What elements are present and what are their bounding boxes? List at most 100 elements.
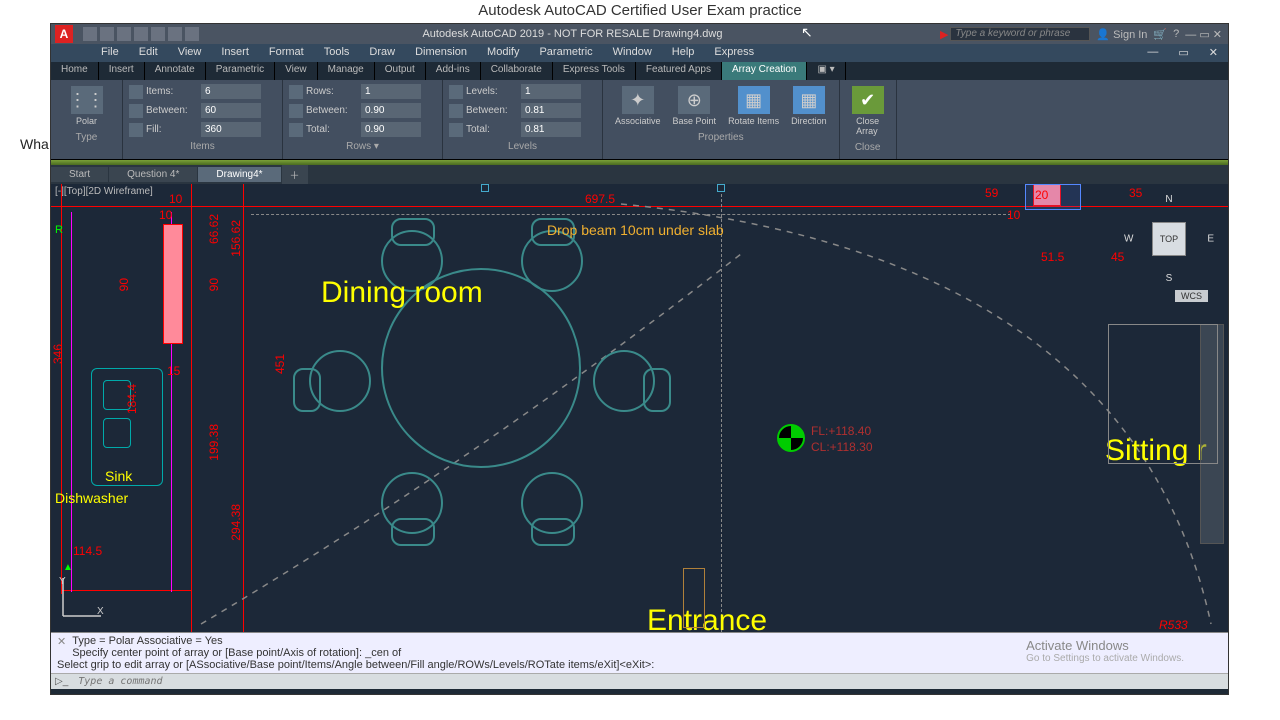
menu-parametric[interactable]: Parametric [529, 44, 602, 62]
tab-manage[interactable]: Manage [318, 62, 375, 80]
between-input[interactable] [201, 103, 261, 118]
qat-undo-icon[interactable] [168, 27, 182, 41]
array-grip[interactable] [717, 184, 725, 192]
panel-items: Items: Between: Fill: Items [123, 80, 283, 159]
rows-between-input[interactable] [361, 103, 421, 118]
array-grip[interactable] [481, 184, 489, 192]
items-input[interactable] [201, 84, 261, 99]
command-input-row[interactable]: ▷_ [51, 673, 1228, 689]
tab-home[interactable]: Home [51, 62, 99, 80]
file-tab-drawing4[interactable]: Drawing4* [198, 167, 280, 182]
viewcube-south[interactable]: S [1166, 273, 1173, 284]
menu-window[interactable]: Window [603, 44, 662, 62]
viewport-label[interactable]: [-][Top][2D Wireframe] [55, 186, 153, 197]
qat-redo-icon[interactable] [185, 27, 199, 41]
menu-tools[interactable]: Tools [314, 44, 360, 62]
tab-featured-apps[interactable]: Featured Apps [636, 62, 722, 80]
dim-r533: R533 [1159, 618, 1188, 632]
menu-file[interactable]: File [91, 44, 129, 62]
maximize-button[interactable]: ▭ [1199, 29, 1209, 41]
viewcube-top-face[interactable]: TOP [1152, 222, 1186, 256]
levels-total-input[interactable] [521, 122, 581, 137]
dim-66-62: 66.62 [207, 214, 221, 244]
x-axis-label: X [97, 606, 104, 617]
tab-insert[interactable]: Insert [99, 62, 145, 80]
wcs-label[interactable]: WCS [1175, 290, 1208, 302]
levels-total-icon [449, 123, 463, 137]
rows-total-input[interactable] [361, 122, 421, 137]
r-axis-label: R [55, 224, 63, 236]
selected-rect [1025, 184, 1081, 210]
dim-184-4: 184.4 [125, 384, 139, 414]
qat-new-icon[interactable] [83, 27, 97, 41]
viewcube-west[interactable]: W [1124, 234, 1133, 245]
doc-maximize-button[interactable]: ▭ [1168, 44, 1198, 62]
tab-annotate[interactable]: Annotate [145, 62, 206, 80]
menu-help[interactable]: Help [662, 44, 705, 62]
associative-icon: ✦ [622, 86, 654, 114]
direction-button[interactable]: ▦Direction [785, 82, 833, 130]
base-point-icon: ⊕ [678, 86, 710, 114]
menu-format[interactable]: Format [259, 44, 314, 62]
rotate-items-button[interactable]: ▦Rotate Items [722, 82, 785, 130]
close-array-button[interactable]: ✔Close Array [846, 82, 890, 140]
tab-addins[interactable]: Add-ins [426, 62, 481, 80]
levels-between-input[interactable] [521, 103, 581, 118]
dim-10: 10 [169, 192, 182, 206]
view-cube[interactable]: N S E W TOP [1124, 194, 1214, 284]
base-point-button[interactable]: ⊕Base Point [667, 82, 723, 130]
rows-total-icon [289, 123, 303, 137]
fill-input[interactable] [201, 122, 261, 137]
tab-parametric[interactable]: Parametric [206, 62, 275, 80]
dim-294-38: 294.38 [229, 504, 243, 541]
file-tab-question4[interactable]: Question 4* [109, 167, 197, 182]
tab-view[interactable]: View [275, 62, 318, 80]
qat-open-icon[interactable] [100, 27, 114, 41]
rows-input[interactable] [361, 84, 421, 99]
doc-minimize-button[interactable]: — [1137, 44, 1168, 62]
viewcube-north[interactable]: N [1165, 194, 1172, 205]
dim-90: 90 [117, 278, 131, 291]
drawing-viewport[interactable]: [-][Top][2D Wireframe] [51, 184, 1228, 632]
file-tabs: Start Question 4* Drawing4* ＋ [51, 165, 1228, 184]
menu-insert[interactable]: Insert [211, 44, 259, 62]
polar-type-button[interactable]: ⋮⋮ Polar [57, 82, 116, 130]
viewcube-east[interactable]: E [1207, 234, 1214, 245]
tab-array-creation[interactable]: Array Creation [722, 62, 807, 80]
dim-45: 45 [1111, 250, 1124, 264]
minimize-button[interactable]: — [1185, 29, 1196, 41]
menu-express[interactable]: Express [704, 44, 764, 62]
signin-button[interactable]: 👤 Sign In [1096, 28, 1147, 41]
dim-199-38: 199.38 [207, 424, 221, 461]
tab-collaborate[interactable]: Collaborate [481, 62, 553, 80]
tab-output[interactable]: Output [375, 62, 426, 80]
menu-draw[interactable]: Draw [359, 44, 405, 62]
sink-basin [103, 418, 131, 448]
search-input[interactable]: Type a keyword or phrase [950, 27, 1090, 41]
menu-modify[interactable]: Modify [477, 44, 529, 62]
levels-input[interactable] [521, 84, 581, 99]
menu-dimension[interactable]: Dimension [405, 44, 477, 62]
dim-346: 346 [51, 344, 65, 364]
close-button[interactable]: ✕ [1213, 29, 1222, 41]
app-exchange-icon[interactable]: 🛒 [1153, 28, 1167, 41]
menu-edit[interactable]: Edit [129, 44, 168, 62]
file-tab-start[interactable]: Start [51, 167, 108, 182]
panel-title-rows[interactable]: Rows ▾ [289, 141, 436, 152]
new-tab-button[interactable]: ＋ [282, 165, 308, 184]
command-input[interactable] [72, 676, 1228, 687]
associative-button[interactable]: ✦Associative [609, 82, 667, 130]
qat-save-icon[interactable] [117, 27, 131, 41]
tab-extra-icon[interactable]: ▣ ▾ [807, 62, 845, 80]
title-bar: A Autodesk AutoCAD 2019 - NOT FOR RESALE… [51, 24, 1228, 44]
help-icon[interactable]: ? [1173, 28, 1179, 40]
tab-express-tools[interactable]: Express Tools [553, 62, 636, 80]
qat-plot-icon[interactable] [151, 27, 165, 41]
quick-access-toolbar[interactable] [77, 27, 205, 41]
menu-view[interactable]: View [168, 44, 212, 62]
chair [593, 350, 655, 412]
app-logo-icon[interactable]: A [55, 25, 73, 43]
qat-saveas-icon[interactable] [134, 27, 148, 41]
cmd-close-icon[interactable]: ✕ [57, 635, 66, 648]
doc-close-button[interactable]: ✕ [1199, 44, 1228, 62]
